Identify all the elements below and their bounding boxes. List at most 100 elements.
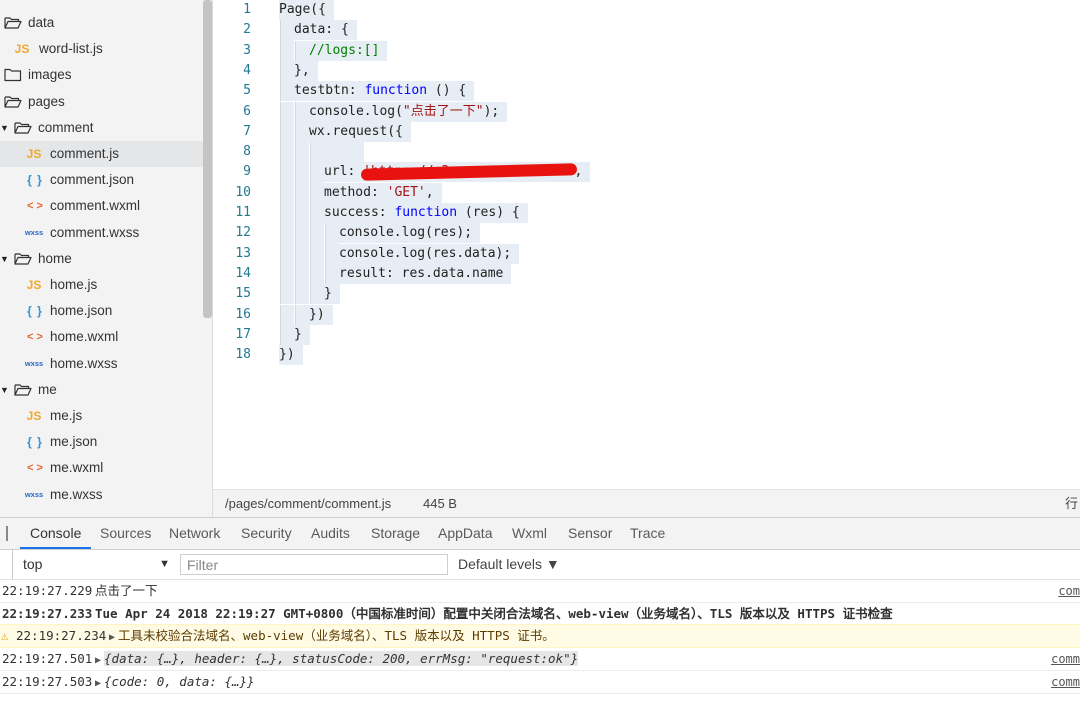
tab-security[interactable]: Security	[241, 518, 292, 549]
indent-guide	[280, 263, 281, 285]
indent-highlight	[311, 203, 324, 224]
context-select[interactable]: top ▼	[12, 550, 174, 579]
tree-item[interactable]: wxss me.wxss	[0, 482, 203, 508]
tree-item[interactable]: data	[0, 10, 203, 36]
console-message[interactable]: 22:19:27.501 ▶ {data: {…}, header: {…}, st…	[0, 648, 1080, 671]
tab-storage[interactable]: Storage	[371, 518, 420, 549]
tab-wxml[interactable]: Wxml	[512, 518, 547, 549]
tab-appdata[interactable]: AppData	[438, 518, 492, 549]
code-line[interactable]: wx.request({	[309, 121, 411, 142]
indent-highlight	[296, 304, 309, 325]
code-line[interactable]: //logs:[]	[309, 40, 388, 61]
tree-item[interactable]: { } me.json	[0, 429, 203, 455]
console-message[interactable]: 22:19:27.233 Tue Apr 24 2018 22:19:27 GMT…	[0, 603, 1080, 626]
source-link[interactable]: com	[1058, 580, 1080, 602]
tab-sensor[interactable]: Sensor	[568, 518, 612, 549]
tree-item-label: me.json	[50, 434, 98, 450]
code-line[interactable]: console.log(res);	[339, 223, 481, 244]
code-token: })	[279, 347, 295, 363]
code-editor[interactable]: 1 Page({2 data: {3 //logs:[] 4}, 5 testbtn: fu…	[213, 0, 1080, 489]
code-token: () {	[427, 83, 467, 99]
tree-item[interactable]: ▼ me	[0, 377, 203, 403]
tree-item[interactable]: JS home.js	[0, 272, 203, 298]
tree-item[interactable]: wxss home.wxss	[0, 351, 203, 377]
indent-highlight	[296, 121, 309, 143]
tab-trace[interactable]: Trace	[630, 518, 665, 549]
tree-item[interactable]: < > home.wxml	[0, 324, 203, 350]
log-timestamp: 22:19:27.234	[16, 628, 107, 643]
tree-item[interactable]: JS me.js	[0, 403, 203, 429]
code-line[interactable]: testbtn: function () {	[294, 81, 475, 102]
indent-guide	[295, 243, 296, 264]
log-timestamp: 22:19:27.233	[2, 606, 93, 621]
tab-console[interactable]: Console	[20, 518, 92, 549]
code-line[interactable]: }	[324, 284, 340, 305]
expand-arrow-icon[interactable]: ▼	[0, 377, 9, 403]
filter-input[interactable]	[180, 554, 448, 575]
indent-highlight	[281, 121, 294, 143]
indent-highlight	[281, 20, 294, 41]
tree-item-label: me.wxss	[50, 486, 103, 502]
tree-item[interactable]: ▼ home	[0, 246, 203, 272]
log-text: {code: 0, data: {…}}	[104, 674, 255, 689]
tree-item-label: comment	[38, 119, 94, 135]
panel-handle-icon[interactable]	[6, 526, 8, 541]
code-token: Page({	[279, 2, 326, 17]
file-tree-scrollbar[interactable]	[203, 0, 212, 318]
tree-item-label: comment.wxss	[50, 224, 140, 240]
expand-triangle-icon[interactable]: ▶	[95, 655, 101, 666]
expand-triangle-icon[interactable]: ▶	[95, 678, 101, 689]
tree-item[interactable]: { } home.json	[0, 298, 203, 324]
code-line[interactable]: }	[294, 324, 310, 345]
console-message[interactable]: ⚠ 22:19:27.234 ▶ 工具未校验合法域名、web-view（业务域名）、T…	[0, 624, 1080, 648]
tree-item[interactable]: images	[0, 62, 203, 88]
indent-highlight	[281, 162, 294, 183]
code-line[interactable]: })	[309, 304, 333, 325]
tree-item[interactable]: { } comment.json	[0, 167, 203, 193]
indent-highlight	[311, 284, 324, 305]
indent-guide	[310, 263, 311, 285]
tree-item[interactable]: ▼ comment	[0, 115, 203, 141]
log-text: 工具未校验合法域名、web-view（业务域名）、TLS 版本以及 HTTPS …	[118, 628, 555, 643]
indent-highlight	[296, 243, 309, 264]
code-line[interactable]: result: res.data.name	[339, 263, 512, 284]
code-line[interactable]: method: 'GET',	[324, 182, 442, 203]
indent-highlight	[311, 182, 324, 203]
code-line[interactable]: data: {	[294, 20, 357, 41]
code-token: data: {	[294, 22, 349, 38]
tree-item[interactable]: < > me.wxml	[0, 455, 203, 481]
tree-item[interactable]: JS word-list.js	[0, 36, 203, 62]
tree-item[interactable]: < > comment.wxml	[0, 193, 203, 219]
source-link[interactable]: comm	[1051, 671, 1080, 693]
expand-arrow-icon[interactable]: ▼	[0, 115, 9, 141]
log-levels-dropdown[interactable]: Default levels ▼	[458, 550, 560, 579]
code-line[interactable]: })	[279, 345, 303, 366]
tree-item-label: images	[28, 67, 72, 83]
code-token: }	[324, 286, 332, 302]
code-line[interactable]: },	[294, 60, 318, 81]
console-message[interactable]: 22:19:27.503 ▶ {code: 0, data: {…}} comm	[0, 671, 1080, 694]
tree-item[interactable]: pages	[0, 89, 203, 115]
code-line[interactable]: success: function (res) {	[324, 203, 528, 223]
console-message[interactable]: 22:19:27.229 点击了一下 com	[0, 580, 1080, 603]
code-line[interactable]	[324, 142, 364, 163]
indent-highlight	[281, 81, 294, 102]
tree-item[interactable]: JS comment.js	[0, 141, 203, 167]
indent-highlight	[296, 223, 309, 244]
code-line[interactable]: Page({	[279, 0, 334, 20]
code-line[interactable]: console.log(res.data);	[339, 243, 520, 264]
tab-sources[interactable]: Sources	[100, 518, 151, 549]
expand-arrow-icon[interactable]: ▼	[0, 246, 9, 272]
tree-item[interactable]: wxss comment.wxss	[0, 220, 203, 246]
file-path: /pages/comment/comment.js	[225, 496, 392, 511]
line-number: 17	[235, 326, 251, 342]
code-line[interactable]: console.log("点击了一下");	[309, 101, 508, 122]
cursor-position: 行	[1064, 496, 1078, 511]
line-number: 11	[235, 205, 251, 220]
expand-triangle-icon[interactable]: ▶	[109, 632, 115, 643]
tab-network[interactable]: Network	[169, 518, 220, 549]
source-link[interactable]: comm	[1051, 648, 1080, 670]
tab-audits[interactable]: Audits	[311, 518, 350, 549]
indent-guide	[280, 40, 281, 61]
code-token: function	[394, 205, 458, 220]
